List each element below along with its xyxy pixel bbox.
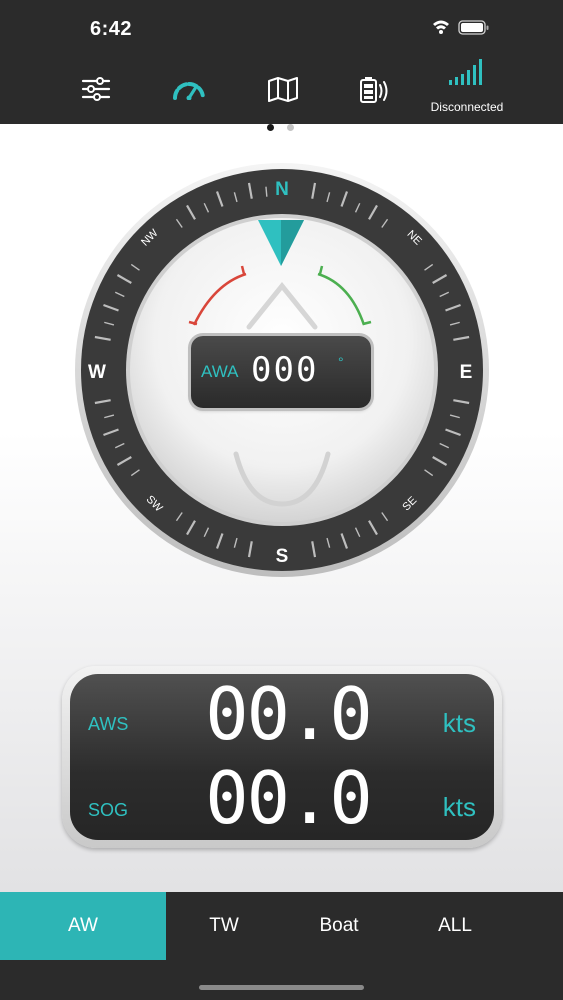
top-nav: Disconnected — [0, 52, 563, 124]
tab-all[interactable]: ALL — [372, 892, 538, 960]
aws-unit: kts — [442, 708, 476, 738]
compass-north-label: N — [275, 179, 289, 200]
page-dot-active — [267, 124, 274, 131]
awa-value: 000 — [251, 350, 319, 390]
connection-status-label: Disconnected — [430, 100, 504, 114]
compass-west-label: W — [88, 362, 106, 383]
sog-unit: kts — [442, 792, 476, 822]
compass-tick — [265, 186, 268, 197]
nav-settings-button[interactable] — [56, 52, 136, 124]
aws-value: 00.0 — [205, 672, 372, 756]
speed-screen: AWS 00.0 kts SOG 00.0 kts — [70, 674, 494, 840]
aws-label: AWS — [88, 714, 129, 734]
awa-label: AWA — [201, 362, 239, 381]
nav-connection-button[interactable]: Disconnected — [426, 52, 508, 124]
status-time: 6:42 — [90, 18, 133, 40]
speed-panel: AWS 00.0 kts SOG 00.0 kts — [62, 666, 502, 848]
status-bar: 6:42 — [0, 0, 563, 52]
sliders-icon — [81, 77, 111, 101]
sog-value: 00.0 — [205, 756, 372, 840]
compass-east-label: E — [460, 362, 473, 383]
nav-gauge-button[interactable] — [149, 52, 229, 124]
signal-bars-icon — [449, 59, 482, 85]
battery-signal-icon — [360, 77, 388, 103]
map-icon — [268, 77, 298, 102]
gauge-icon — [173, 82, 205, 100]
home-indicator — [199, 985, 364, 990]
content-area: N E S W NE SE SW NW AWA 000 ° AWS 00.0 k… — [0, 124, 563, 892]
awa-display: AWA 000 ° — [191, 336, 371, 408]
battery-icon — [458, 20, 489, 35]
bottom-tabs: AW TW Boat ALL — [0, 892, 563, 1000]
awa-unit: ° — [338, 354, 344, 370]
sog-label: SOG — [88, 800, 129, 820]
compass-south-label: S — [276, 546, 289, 567]
nav-map-button[interactable] — [243, 52, 323, 124]
wifi-icon — [433, 20, 449, 34]
status-icons — [431, 18, 493, 40]
page-indicator[interactable] — [265, 124, 299, 134]
nav-battery-button[interactable] — [334, 52, 414, 124]
page-dot — [287, 124, 294, 131]
